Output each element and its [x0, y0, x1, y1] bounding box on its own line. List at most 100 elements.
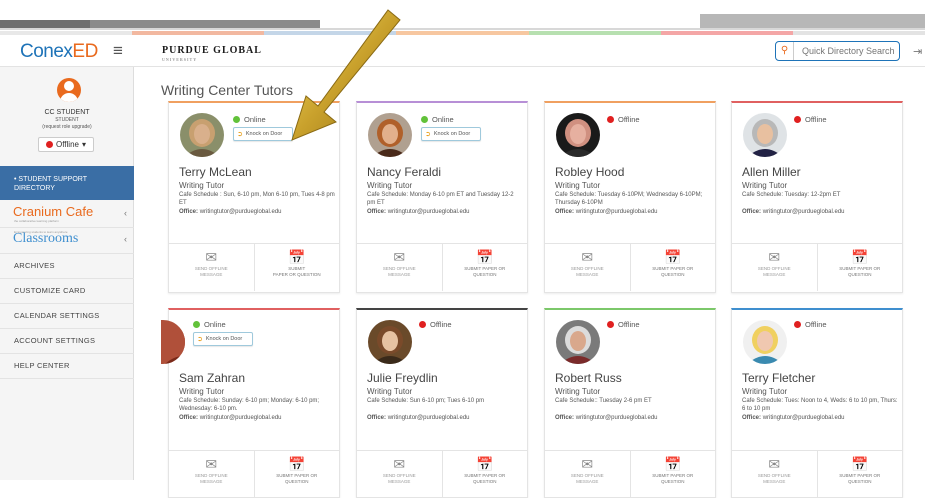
cafe-schedule: Cafe Schedule:: Tuesday 2-6 pm ET — [555, 398, 652, 404]
send-offline-message-button[interactable]: ✉ SEND OFFLINE MESSAGE — [545, 451, 630, 498]
sidebar-item-calendar-settings[interactable]: CALENDAR SETTINGS — [0, 304, 134, 329]
submit-paper-button[interactable]: 📅 SUBMIT PAPER OR QUESTION — [253, 244, 340, 291]
offline-dot-icon — [794, 116, 801, 123]
office-label: Office: — [179, 415, 199, 421]
sidebar-item-cranium-cafe[interactable]: Cranium Cafe the collaborative learning … — [0, 202, 134, 228]
office-email: writingtutor@purdueglobal.edu — [575, 209, 658, 215]
user-avatar-icon[interactable] — [57, 78, 81, 102]
conexed-logo[interactable]: ConexED — [20, 41, 98, 63]
tutor-office: Office: writingtutor@purdueglobal.edu — [367, 415, 470, 421]
sidebar-item-classrooms[interactable]: Empowering students to learn anywhere Cl… — [0, 228, 134, 254]
calendar-icon: 📅 — [664, 456, 682, 472]
sidebar-item-account-settings[interactable]: ACCOUNT SETTINGS — [0, 329, 134, 354]
tutor-photo[interactable] — [180, 113, 224, 157]
knock-on-door-button[interactable]: ➲ Knock on Door — [193, 332, 253, 346]
action-label: PAPER OR QUESTION — [272, 272, 321, 277]
tutor-photo[interactable] — [743, 320, 787, 364]
online-dot-icon — [421, 116, 428, 123]
app-header: ConexED ≡ PURDUE GLOBALUNIVERSITY ⚲ ⇥ — [0, 35, 925, 67]
submit-paper-button[interactable]: 📅 SUBMIT PAPER OR QUESTION — [441, 451, 528, 498]
knock-label: Knock on Door — [245, 131, 283, 137]
search-input[interactable] — [794, 46, 894, 56]
tutor-photo[interactable] — [368, 113, 412, 157]
cafe-schedule: Cafe Schedule: Sun 6-10 pm; Tues 6-10 pm — [367, 398, 485, 404]
sidebar-item-student-support-directory[interactable]: • STUDENT SUPPORT DIRECTORY — [0, 166, 134, 200]
send-offline-message-button[interactable]: ✉ SEND OFFLINE MESSAGE — [169, 451, 254, 498]
role-upgrade-link[interactable]: (request role upgrade) — [0, 124, 134, 130]
status-dropdown[interactable]: Offline ▾ — [38, 137, 94, 152]
logout-icon[interactable]: ⇥ — [913, 45, 922, 58]
presence-status: Online — [193, 320, 226, 329]
card-actions: ✉ SEND OFFLINE MESSAGE 📅 SUBMIT PAPER OR… — [357, 243, 527, 291]
office-label: Office: — [555, 209, 575, 215]
knock-on-door-button[interactable]: ➲ Knock on Door — [233, 127, 293, 141]
action-label: MESSAGE — [388, 272, 411, 277]
presence-status: Offline — [607, 115, 640, 124]
status-text: Offline — [805, 115, 827, 124]
submit-paper-button[interactable]: 📅 SUBMIT PAPER OR QUESTION — [253, 451, 340, 498]
nav-label: • STUDENT SUPPORT — [14, 176, 87, 183]
send-offline-message-button[interactable]: ✉ SEND OFFLINE MESSAGE — [169, 244, 254, 291]
send-offline-message-button[interactable]: ✉ SEND OFFLINE MESSAGE — [732, 451, 817, 498]
status-text: Offline — [430, 320, 452, 329]
cafe-schedule: Cafe Schedule: Tuesday: 12-2pm ET — [742, 192, 841, 198]
action-label: SEND OFFLINE — [570, 473, 604, 478]
knock-on-door-button[interactable]: ➲ Knock on Door — [421, 127, 481, 141]
status-label: Offline — [56, 140, 79, 149]
tutor-card: Offline Terry Fletcher Writing Tutor Caf… — [731, 308, 903, 498]
action-label: SUBMIT PAPER OR — [839, 266, 881, 271]
action-label: MESSAGE — [576, 272, 599, 277]
presence-status: Offline — [607, 320, 640, 329]
divider — [0, 28, 925, 30]
action-label: SEND OFFLINE — [757, 266, 791, 271]
office-email: writingtutor@purdueglobal.edu — [575, 415, 658, 421]
send-offline-message-button[interactable]: ✉ SEND OFFLINE MESSAGE — [732, 244, 817, 291]
envelope-icon: ✉ — [205, 249, 218, 265]
action-label: MESSAGE — [200, 272, 223, 277]
tutor-photo[interactable] — [743, 113, 787, 157]
tutor-photo[interactable] — [556, 113, 600, 157]
submit-paper-button[interactable]: 📅 SUBMIT PAPER OR QUESTION — [629, 244, 716, 291]
knock-label: Knock on Door — [433, 131, 471, 137]
tutor-office: Office: writingtutor@purdueglobal.edu — [742, 209, 845, 215]
submit-paper-button[interactable]: 📅 SUBMIT PAPER OR QUESTION — [816, 244, 903, 291]
tutor-role: Writing Tutor — [742, 181, 788, 190]
nav-label: DIRECTORY — [14, 185, 55, 192]
status-text: Offline — [805, 320, 827, 329]
online-dot-icon — [233, 116, 240, 123]
card-actions: ✉ SEND OFFLINE MESSAGE 📅 SUBMIT PAPER OR… — [169, 450, 339, 498]
submit-paper-button[interactable]: 📅 SUBMIT PAPER OR QUESTION — [816, 451, 903, 498]
tutor-role: Writing Tutor — [555, 181, 601, 190]
sidebar-item-customize-card[interactable]: CUSTOMIZE CARD — [0, 279, 134, 304]
status-text: Online — [432, 115, 454, 124]
tutor-photo[interactable] — [556, 320, 600, 364]
office-label: Office: — [555, 415, 575, 421]
chevron-left-icon[interactable]: ‹ — [124, 208, 127, 218]
tutor-photo[interactable] — [368, 320, 412, 364]
card-actions: ✉ SEND OFFLINE MESSAGE 📅 SUBMIT PAPER OR… — [732, 450, 902, 498]
calendar-icon: 📅 — [288, 249, 306, 265]
send-offline-message-button[interactable]: ✉ SEND OFFLINE MESSAGE — [545, 244, 630, 291]
send-offline-message-button[interactable]: ✉ SEND OFFLINE MESSAGE — [357, 244, 442, 291]
sidebar-item-archives[interactable]: ARCHIVES — [0, 254, 134, 279]
tutor-office: Office: writingtutor@purdueglobal.edu — [555, 415, 658, 421]
directory-search[interactable]: ⚲ — [775, 41, 900, 61]
tutor-card: Online ➲ Knock on Door Nancy Feraldi Writ… — [356, 101, 528, 293]
presence-status: Offline — [794, 320, 827, 329]
submit-paper-button[interactable]: 📅 SUBMIT PAPER OR QUESTION — [629, 451, 716, 498]
tutor-name: Nancy Feraldi — [367, 165, 442, 179]
purdue-global-logo: PURDUE GLOBAL UNIVERSITY — [162, 45, 262, 62]
tutor-office: Office: writingtutor@purdueglobal.edu — [742, 415, 845, 421]
cafe-schedule: Cafe Schedule : Sun, 6-10 pm, Mon 6-10 p… — [179, 192, 335, 206]
card-actions: ✉ SEND OFFLINE MESSAGE 📅 SUBMIT PAPER OR… — [545, 450, 715, 498]
hamburger-icon[interactable]: ≡ — [113, 41, 123, 61]
action-label: SEND OFFLINE — [194, 473, 228, 478]
submit-paper-button[interactable]: 📅 SUBMIT PAPER OR QUESTION — [441, 244, 528, 291]
sidebar-item-help-center[interactable]: HELP CENTER — [0, 354, 134, 379]
action-label: SUBMIT PAPER OR — [839, 473, 881, 478]
tutor-photo[interactable] — [161, 320, 185, 364]
chevron-left-icon[interactable]: ‹ — [124, 234, 127, 244]
search-icon[interactable]: ⚲ — [776, 42, 794, 60]
browser-bar-fragment — [0, 20, 90, 28]
send-offline-message-button[interactable]: ✉ SEND OFFLINE MESSAGE — [357, 451, 442, 498]
